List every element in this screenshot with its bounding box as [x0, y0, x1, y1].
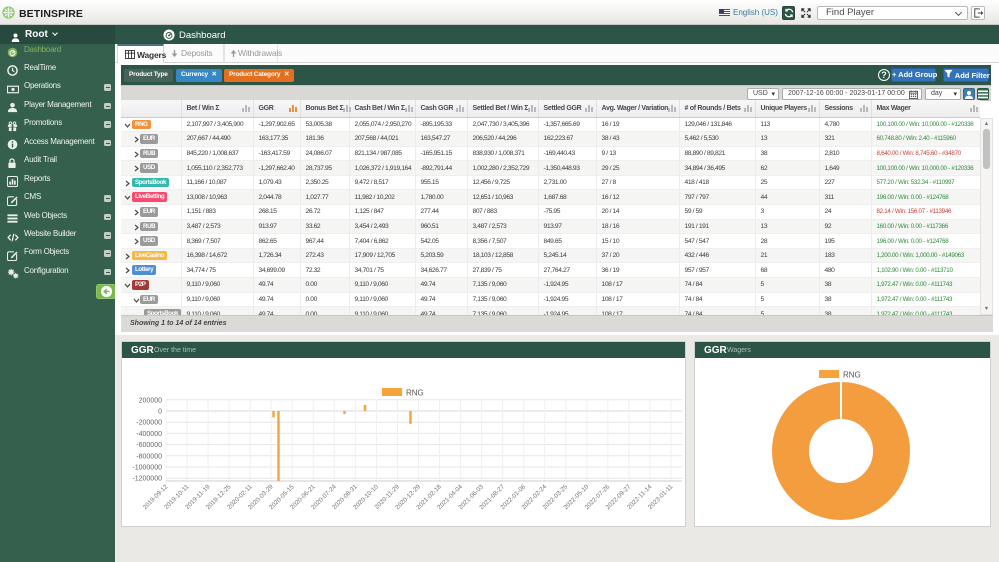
- svg-text:0: 0: [158, 409, 162, 416]
- svg-text:-1200000: -1200000: [132, 476, 162, 483]
- svg-text:-400000: -400000: [136, 431, 162, 438]
- svg-text:-200000: -200000: [136, 420, 162, 427]
- svg-text:200000: 200000: [139, 397, 162, 404]
- svg-text:RNG: RNG: [843, 371, 861, 380]
- svg-text:RNG: RNG: [406, 389, 424, 398]
- svg-text:-600000: -600000: [136, 442, 162, 449]
- svg-text:-1000000: -1000000: [132, 465, 162, 472]
- svg-text:-800000: -800000: [136, 453, 162, 460]
